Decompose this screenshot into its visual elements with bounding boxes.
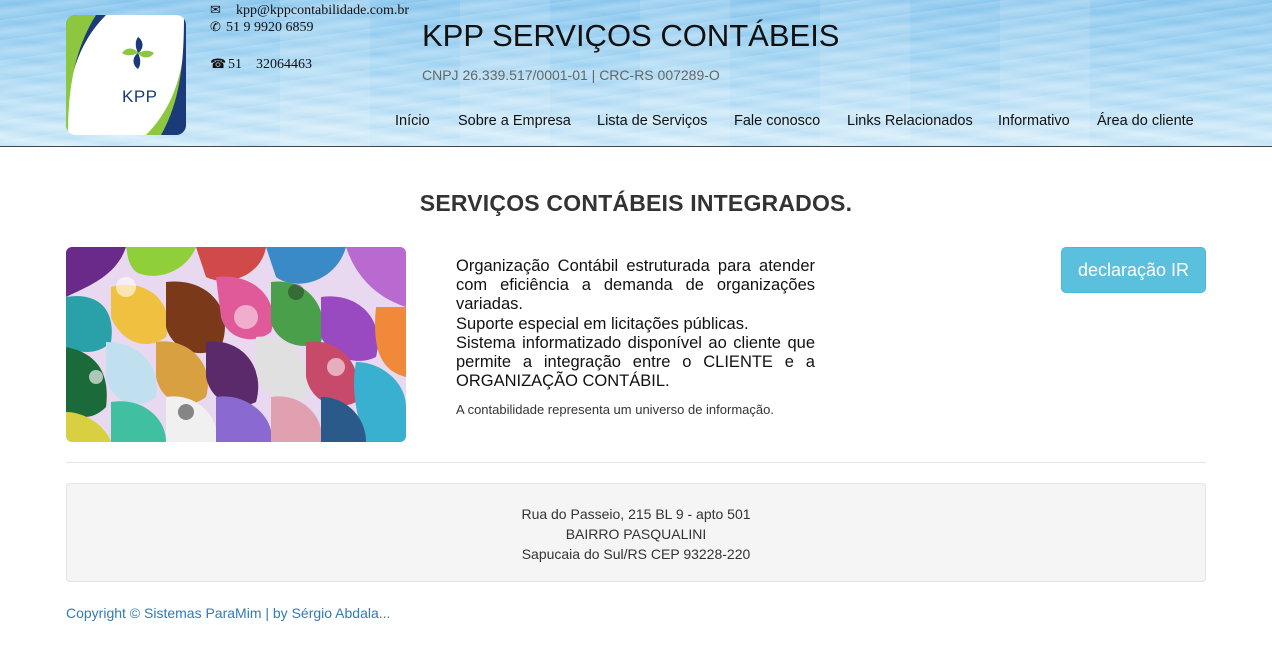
description-paragraph-2: Suporte especial em licitações públicas.	[456, 314, 749, 333]
site-subtitle: CNPJ 26.339.517/0001-01 | CRC-RS 007289-…	[422, 67, 720, 83]
nav-inicio[interactable]: Início	[395, 113, 430, 129]
envelope-icon: ✉	[210, 2, 221, 17]
nav-area-cliente[interactable]: Área do cliente	[1097, 113, 1194, 129]
company-description: Organização Contábil estruturada para at…	[456, 257, 815, 391]
nav-links-relacionados[interactable]: Links Relacionados	[847, 113, 973, 129]
contact-whatsapp: ✆ 51 9 9920 6859	[210, 19, 314, 36]
address-neighborhood: BAIRRO PASQUALINI	[565, 526, 707, 542]
phone-number: 32064463	[256, 57, 312, 72]
logo-graphic	[66, 15, 186, 135]
email-text[interactable]: kpp@kppcontabilidade.com.br	[236, 3, 409, 18]
abstract-artwork-image	[66, 247, 406, 442]
copyright-link[interactable]: Copyright © Sistemas ParaMim | by Sérgio…	[66, 605, 390, 621]
company-logo[interactable]: KPP	[66, 15, 186, 135]
whatsapp-text: 51 9 9920 6859	[226, 20, 314, 35]
description-paragraph-3: Sistema informatizado disponível ao clie…	[456, 333, 815, 391]
page-headline: SERVIÇOS CONTÁBEIS INTEGRADOS.	[419, 190, 853, 216]
nav-fale-conosco[interactable]: Fale conosco	[734, 113, 820, 129]
section-divider	[66, 462, 1206, 463]
declaracao-ir-button[interactable]: declaração IR	[1061, 247, 1206, 293]
artwork-graphic	[66, 247, 406, 442]
phone-icon: ☎	[210, 56, 227, 71]
phone-ddd: 51	[228, 57, 242, 72]
address-city: Sapucaia do Sul/RS CEP 93228-220	[521, 546, 751, 562]
nav-informativo[interactable]: Informativo	[998, 113, 1070, 129]
address-street: Rua do Passeio, 215 BL 9 - apto 501	[521, 506, 751, 522]
whatsapp-icon: ✆	[210, 19, 221, 34]
nav-lista-servicos[interactable]: Lista de Serviços	[597, 113, 707, 129]
site-title: KPP SERVIÇOS CONTÁBEIS	[422, 18, 840, 53]
nav-sobre-empresa[interactable]: Sobre a Empresa	[458, 113, 571, 129]
address-box: Rua do Passeio, 215 BL 9 - apto 501 BAIR…	[66, 483, 1206, 582]
contact-email: ✉ kpp@kppcontabilidade.com.br	[210, 2, 409, 19]
description-tagline: A contabilidade representa um universo d…	[456, 402, 774, 417]
logo-text: KPP	[122, 87, 158, 106]
description-paragraph-1: Organização Contábil estruturada para at…	[456, 257, 815, 314]
contact-phone: ☎ 51 32064463	[210, 56, 312, 73]
site-header: KPP ✉ kpp@kppcontabilidade.com.br ✆ 51 9 9…	[0, 0, 1272, 147]
